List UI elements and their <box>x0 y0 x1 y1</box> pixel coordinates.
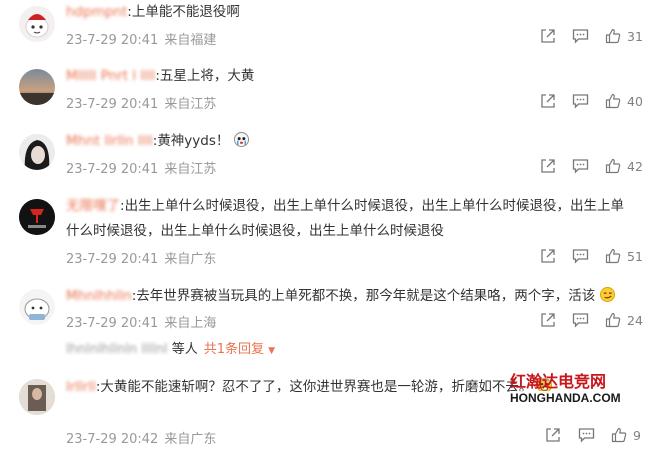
watermark-url: HONGHANDA.COM <box>510 391 628 405</box>
crying-face-icon <box>233 132 249 147</box>
avatar[interactable] <box>19 6 55 42</box>
username[interactable]: Mlllll Pnrt l llll <box>66 68 155 84</box>
like-button[interactable]: 42 <box>605 158 643 174</box>
like-count: 42 <box>627 158 643 174</box>
view-replies-link[interactable]: 共1条回复 ▼ <box>204 342 275 357</box>
like-button[interactable]: 24 <box>605 312 643 328</box>
share-icon <box>541 29 555 43</box>
comment-button[interactable] <box>578 427 595 443</box>
thumbs-up-icon <box>605 248 621 264</box>
comment-icon <box>572 159 589 174</box>
smirk-face-icon <box>599 287 615 302</box>
comment-content: 大黄能不能速斩啊？忍不了了，这你进世界赛也是一轮游，折磨 <box>100 379 479 395</box>
reply-usernames[interactable]: lhnlnlhllnln llllnl <box>66 342 168 357</box>
comment-text: 无限嘿了:出生上单什么时候退役，出生上单什么时候退役，出生上单什么时候退役，出生… <box>66 198 625 239</box>
comment-text: Mlllll Pnrt l llll:五星上将，大黄 <box>66 68 255 84</box>
share-button[interactable] <box>545 427 561 443</box>
comment-meta: 23-7-29 20:41 来自上海 <box>66 312 216 331</box>
reply-suffix: 等人 <box>171 342 198 357</box>
thumbs-up-icon <box>605 93 621 109</box>
comment-meta: 23-7-29 20:41 来自福建 <box>66 29 216 48</box>
comment-text: hdpmpnt:上单能不能退役啊 <box>66 4 240 20</box>
comment-location: 来自广东 <box>164 432 217 447</box>
like-count: 31 <box>627 28 643 44</box>
share-button[interactable] <box>540 248 556 264</box>
username[interactable]: Mhnt llrlln llll <box>66 133 153 149</box>
comment-meta: 23-7-29 20:41 来自江苏 <box>66 158 216 177</box>
comment-text: Mhnlhhlln:去年世界赛被当玩具的上单死都不换，那今年就是这个结果咯，两个… <box>66 284 634 309</box>
comment-content: 上单能不能退役啊 <box>131 4 240 20</box>
share-icon <box>546 428 560 442</box>
comment-icon <box>572 249 589 264</box>
like-button[interactable]: 40 <box>605 93 643 109</box>
thumbs-up-icon <box>611 427 627 443</box>
watermark-title: 红瀚达电竞网 <box>510 372 607 391</box>
comment-content: 黄神yyds！ <box>157 133 230 149</box>
comment-button[interactable] <box>572 312 589 328</box>
comment-content: 五星上将，大黄 <box>159 68 255 84</box>
share-button[interactable] <box>540 93 556 109</box>
comment-date: 23-7-29 20:41 <box>66 316 159 331</box>
comment-meta: 23-7-29 20:41 来自江苏 <box>66 93 216 112</box>
comment-date: 23-7-29 20:41 <box>66 252 159 267</box>
like-count: 9 <box>633 427 641 443</box>
thumbs-up-icon <box>605 158 621 174</box>
watermark: 红瀚达电竞网 HONGHANDA.COM <box>510 373 628 405</box>
comment-icon <box>572 313 589 328</box>
username[interactable]: lrllrll <box>66 379 96 395</box>
comment-button[interactable] <box>572 248 589 264</box>
comment-button[interactable] <box>572 28 589 44</box>
thumbs-up-icon <box>605 28 621 44</box>
comment-location: 来自福建 <box>164 33 217 48</box>
reply-summary: lhnlnlhllnln llllnl 等人 共1条回复 ▼ <box>66 338 275 357</box>
comment-button[interactable] <box>572 93 589 109</box>
comment-content: 去年世界赛被当玩具的上单死都不换，那今年就是这个结果咯，两个字，活该 <box>136 288 596 304</box>
comment-content: 出生上单什么时候退役，出生上单什么时候退役，出生上单什么时候退役，出生上单什么时… <box>66 198 625 239</box>
avatar[interactable] <box>19 289 55 325</box>
share-button[interactable] <box>540 312 556 328</box>
comment-icon <box>578 428 595 443</box>
view-replies-label: 共1条回复 <box>203 342 264 357</box>
like-count: 51 <box>627 248 643 264</box>
share-icon <box>541 159 555 173</box>
share-icon <box>541 313 555 327</box>
comment-date: 23-7-29 20:41 <box>66 162 159 177</box>
like-button[interactable]: 31 <box>605 28 643 44</box>
share-button[interactable] <box>540 158 556 174</box>
username[interactable]: hdpmpnt <box>66 4 127 20</box>
avatar[interactable] <box>19 199 55 235</box>
comment-icon <box>572 94 589 109</box>
share-icon <box>541 249 555 263</box>
comment-text: Mhnt llrlln llll:黄神yyds！ <box>66 129 634 154</box>
comment-button[interactable] <box>572 158 589 174</box>
username[interactable]: Mhnlhhlln <box>66 288 132 304</box>
like-button[interactable]: 51 <box>605 248 643 264</box>
share-button[interactable] <box>540 28 556 44</box>
avatar[interactable] <box>19 69 55 105</box>
comment-date: 23-7-29 20:41 <box>66 33 159 48</box>
like-button[interactable]: 9 <box>611 427 641 443</box>
comment-date: 23-7-29 20:41 <box>66 97 159 112</box>
username[interactable]: 无限嘿了 <box>66 198 120 214</box>
comment-date: 23-7-29 20:42 <box>66 432 159 447</box>
comment-icon <box>572 29 589 44</box>
share-icon <box>541 94 555 108</box>
comment-location: 来自江苏 <box>164 162 217 177</box>
comment-location: 来自江苏 <box>164 97 217 112</box>
thumbs-up-icon <box>605 312 621 328</box>
like-count: 24 <box>627 312 643 328</box>
comment-meta: 23-7-29 20:42 来自广东 <box>66 428 216 447</box>
comment-location: 来自上海 <box>164 316 217 331</box>
chevron-down-icon: ▼ <box>268 346 276 356</box>
avatar[interactable] <box>19 134 55 170</box>
comment-location: 来自广东 <box>164 252 217 267</box>
comment-meta: 23-7-29 20:41 来自广东 <box>66 248 216 267</box>
avatar[interactable] <box>19 379 55 415</box>
like-count: 40 <box>627 93 643 109</box>
